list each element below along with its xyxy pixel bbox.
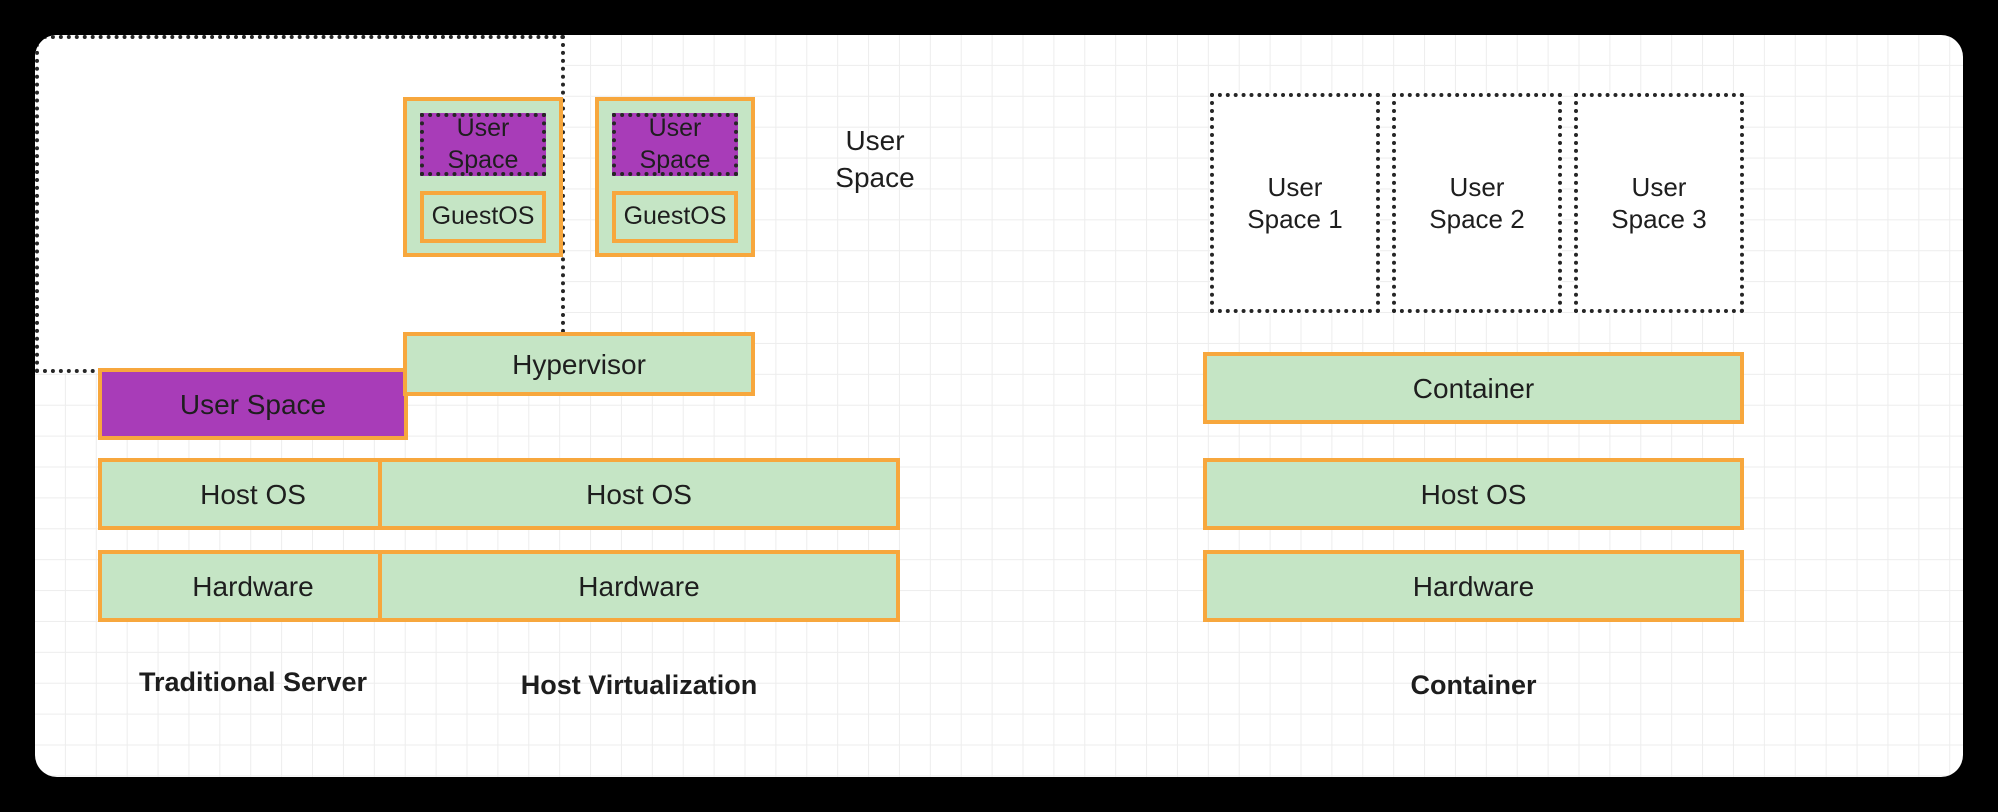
traditional-host-os-label: Host OS: [200, 478, 306, 510]
vm-2-guest-os-label: GuestOS: [623, 202, 727, 231]
container-user-space-3-block[interactable]: User Space 3: [1574, 93, 1744, 313]
virtualization-hardware-label: Hardware: [578, 570, 700, 602]
traditional-hardware-block[interactable]: Hardware: [98, 550, 408, 622]
vm-2-user-space-block[interactable]: User Space: [612, 113, 738, 176]
column-caption-traditional-server: Traditional Server: [138, 667, 368, 697]
vm-1-user-space-label: User Space: [447, 114, 519, 174]
column-caption-host-virtualization: Host Virtualization: [520, 670, 758, 700]
traditional-hardware-label: Hardware: [192, 570, 314, 602]
container-user-space-1-block[interactable]: User Space 1: [1210, 93, 1380, 313]
virtualization-hardware-block[interactable]: Hardware: [378, 550, 900, 622]
diagram-canvas: User Space Host OS Hardware User Space G…: [35, 35, 1963, 777]
vm-1-guest-os-label: GuestOS: [431, 202, 535, 231]
vm-1-guest-os-block[interactable]: GuestOS: [420, 191, 546, 243]
vm-2-guest-os-block[interactable]: GuestOS: [612, 191, 738, 243]
container-host-os-label: Host OS: [1420, 478, 1527, 510]
hypervisor-label: Hypervisor: [512, 348, 646, 380]
traditional-user-space-block[interactable]: User Space: [98, 368, 408, 440]
container-block[interactable]: Container: [1203, 352, 1744, 424]
column-caption-container: Container: [1410, 670, 1537, 700]
container-host-os-block[interactable]: Host OS: [1203, 458, 1744, 530]
vm-2-user-space-label: User Space: [639, 114, 711, 174]
container-user-space-2-label: User Space 2: [1429, 171, 1525, 235]
traditional-user-space-label: User Space: [179, 388, 327, 420]
container-hardware-block[interactable]: Hardware: [1203, 550, 1744, 622]
container-block-label: Container: [1412, 372, 1535, 404]
container-user-space-2-block[interactable]: User Space 2: [1392, 93, 1562, 313]
container-hardware-label: Hardware: [1412, 570, 1535, 602]
hypervisor-block[interactable]: Hypervisor: [403, 332, 755, 396]
traditional-host-os-block[interactable]: Host OS: [98, 458, 408, 530]
container-user-space-1-label: User Space 1: [1247, 171, 1343, 235]
virtualization-user-space-group-label: User Space: [835, 125, 915, 193]
vm-1-user-space-block[interactable]: User Space: [420, 113, 546, 176]
container-user-space-3-label: User Space 3: [1611, 171, 1707, 235]
virtualization-host-os-block[interactable]: Host OS: [378, 458, 900, 530]
virtualization-host-os-label: Host OS: [586, 478, 692, 510]
